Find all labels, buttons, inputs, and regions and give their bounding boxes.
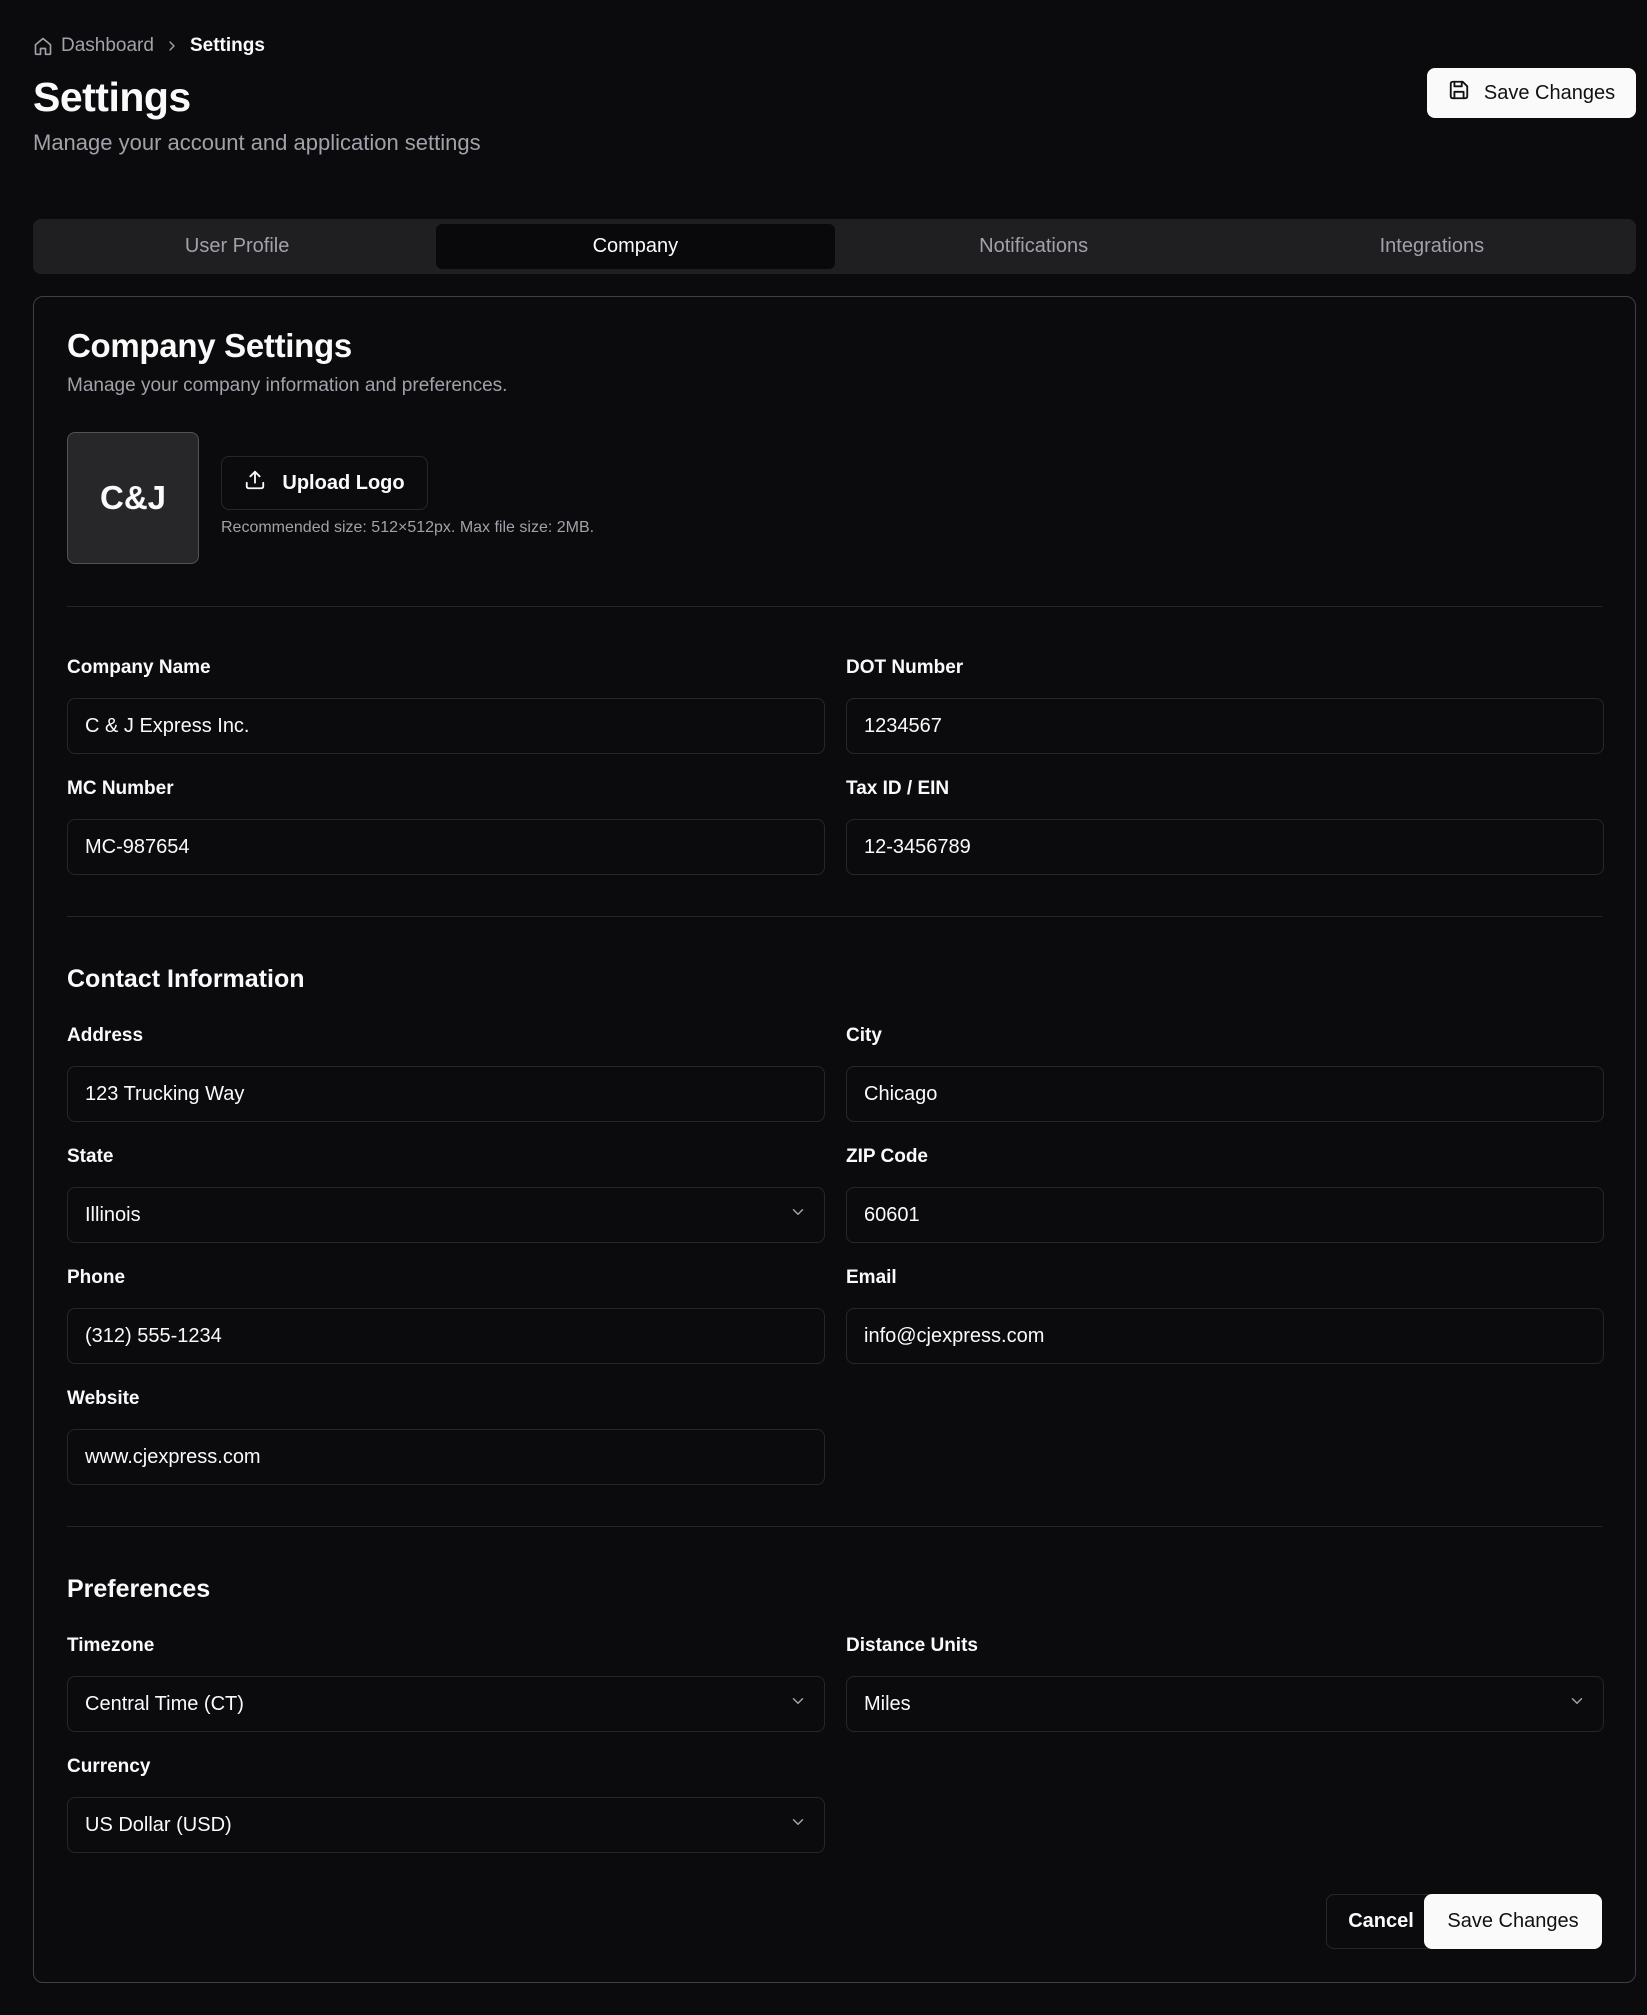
website-field: Website [67, 1388, 825, 1485]
tab-notifications[interactable]: Notifications [835, 224, 1233, 269]
mc-number-field: MC Number [67, 778, 825, 875]
address-field: Address [67, 1025, 825, 1122]
cancel-button[interactable]: Cancel [1326, 1894, 1436, 1949]
breadcrumb: Dashboard Settings [33, 33, 1614, 59]
save-button[interactable]: Save Changes [1424, 1894, 1602, 1949]
state-field: State Illinois [67, 1146, 825, 1243]
city-field: City [846, 1025, 1604, 1122]
company-name-input[interactable] [67, 698, 825, 754]
company-logo: C&J [67, 432, 199, 564]
phone-input[interactable] [67, 1308, 825, 1364]
field-label: Currency [67, 1756, 151, 1777]
address-input[interactable] [67, 1066, 825, 1122]
breadcrumb-dashboard-link[interactable]: Dashboard [33, 35, 154, 57]
card-description: Manage your company information and pref… [67, 375, 508, 396]
save-icon [1448, 79, 1470, 107]
header-save-button[interactable]: Save Changes [1427, 68, 1636, 118]
upload-hint: Recommended size: 512×512px. Max file si… [221, 519, 595, 536]
distance-units-select[interactable]: Miles [846, 1676, 1604, 1732]
field-label: Phone [67, 1267, 126, 1288]
email-field: Email [846, 1267, 1604, 1364]
city-input[interactable] [846, 1066, 1604, 1122]
chevron-down-icon [1568, 1692, 1586, 1716]
chevron-down-icon [789, 1203, 807, 1227]
zip-input[interactable] [846, 1187, 1604, 1243]
dot-number-input[interactable] [846, 698, 1604, 754]
dot-number-field: DOT Number [846, 657, 1604, 754]
field-label: Company Name [67, 657, 211, 678]
chevron-down-icon [789, 1813, 807, 1837]
timezone-select[interactable]: Central Time (CT) [67, 1676, 825, 1732]
card-title: Company Settings [67, 327, 352, 364]
company-settings-card: Company Settings Manage your company inf… [33, 296, 1636, 1983]
timezone-field: Timezone Central Time (CT) [67, 1635, 825, 1732]
field-label: Email [846, 1267, 897, 1288]
field-label: Address [67, 1025, 144, 1046]
chevron-down-icon [789, 1692, 807, 1716]
field-label: ZIP Code [846, 1146, 928, 1167]
page-subtitle: Manage your account and application sett… [33, 130, 481, 156]
home-icon [33, 36, 53, 56]
zip-field: ZIP Code [846, 1146, 1604, 1243]
field-label: Timezone [67, 1635, 155, 1656]
mc-number-input[interactable] [67, 819, 825, 875]
state-select[interactable]: Illinois [67, 1187, 825, 1243]
field-label: Website [67, 1388, 140, 1409]
preferences-heading: Preferences [67, 1575, 211, 1603]
currency-field: Currency US Dollar (USD) [67, 1756, 825, 1853]
field-label: State [67, 1146, 114, 1167]
chevron-right-icon [164, 38, 180, 54]
divider [67, 916, 1602, 917]
settings-tabs: User Profile Company Notifications Integ… [33, 219, 1636, 274]
breadcrumb-current: Settings [189, 35, 265, 56]
company-name-field: Company Name [67, 657, 825, 754]
timezone-selected-value: Central Time (CT) [85, 1692, 244, 1715]
website-input[interactable] [67, 1429, 825, 1485]
upload-logo-button[interactable]: Upload Logo [221, 456, 428, 510]
divider [67, 1526, 1602, 1527]
breadcrumb-dashboard-label: Dashboard [61, 35, 154, 56]
state-selected-value: Illinois [85, 1203, 141, 1226]
header-save-label: Save Changes [1483, 81, 1616, 104]
distance-units-field: Distance Units Miles [846, 1635, 1604, 1732]
currency-selected-value: US Dollar (USD) [85, 1813, 232, 1836]
distance-units-selected-value: Miles [864, 1692, 911, 1715]
upload-icon [244, 469, 266, 497]
phone-field: Phone [67, 1267, 825, 1364]
contact-heading: Contact Information [67, 965, 305, 993]
currency-select[interactable]: US Dollar (USD) [67, 1797, 825, 1853]
field-label: Distance Units [846, 1635, 978, 1656]
page-title: Settings [33, 74, 191, 120]
settings-page: Dashboard Settings Settings Manage your … [0, 0, 1647, 2015]
tab-integrations[interactable]: Integrations [1233, 224, 1631, 269]
tab-user-profile[interactable]: User Profile [38, 224, 436, 269]
email-input[interactable] [846, 1308, 1604, 1364]
tax-id-field: Tax ID / EIN [846, 778, 1604, 875]
tab-company[interactable]: Company [436, 224, 835, 269]
field-label: Tax ID / EIN [846, 778, 950, 799]
field-label: MC Number [67, 778, 174, 799]
tax-id-input[interactable] [846, 819, 1604, 875]
field-label: DOT Number [846, 657, 964, 678]
divider [67, 606, 1602, 607]
field-label: City [846, 1025, 882, 1046]
upload-logo-label: Upload Logo [282, 471, 405, 494]
